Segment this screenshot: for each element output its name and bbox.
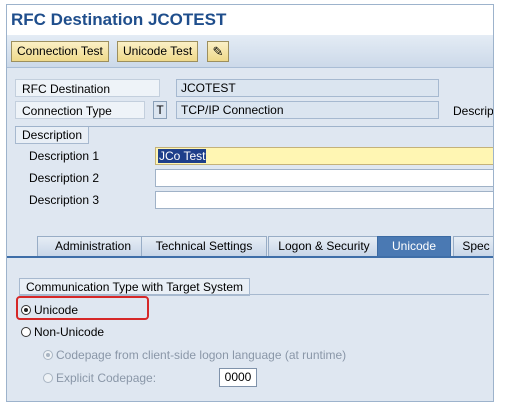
connection-type-code[interactable]: T (153, 101, 167, 119)
radio-unselected-icon (21, 327, 31, 337)
title-bar: RFC Destination JCOTEST (7, 5, 493, 35)
group-divider (19, 294, 489, 295)
rfc-destination-label: RFC Destination (15, 79, 160, 97)
description-section-title: Description (15, 127, 90, 144)
page-title: RFC Destination JCOTEST (11, 10, 227, 29)
description-1-label: Description 1 (29, 149, 100, 163)
rfc-destination-field[interactable]: JCOTEST (176, 79, 439, 97)
tab-logon-security[interactable]: Logon & Security (268, 236, 380, 256)
radio-disabled-icon (43, 373, 53, 383)
radio-disabled-selected-icon (43, 350, 53, 360)
tab-spec[interactable]: Spec (453, 236, 493, 256)
description-1-value: JCo Test (158, 149, 207, 163)
rfc-destination-window: RFC Destination JCOTEST Connection Test … (6, 4, 494, 402)
connection-test-button[interactable]: Connection Test (11, 41, 109, 62)
codepage-client-radio[interactable]: Codepage from client-side logon language… (43, 347, 346, 363)
unicode-highlight-box (16, 296, 149, 320)
description-2-label: Description 2 (29, 171, 100, 185)
display-change-button[interactable]: ✎ (207, 41, 229, 62)
explicit-codepage-radio[interactable]: Explicit Codepage: (43, 370, 156, 386)
explicit-codepage-label: Explicit Codepage: (56, 371, 157, 385)
tab-unicode[interactable]: Unicode (377, 236, 451, 256)
tab-administration[interactable]: Administration (37, 236, 149, 256)
description-header-label: Descrip (453, 104, 494, 118)
tab-strip: Administration Technical Settings Logon … (7, 233, 493, 258)
non-unicode-radio[interactable]: Non-Unicode (21, 324, 104, 340)
unicode-test-button[interactable]: Unicode Test (117, 41, 199, 62)
description-3-label: Description 3 (29, 193, 100, 207)
description-3-input[interactable] (155, 191, 493, 209)
connection-type-label: Connection Type (15, 101, 145, 119)
non-unicode-radio-label: Non-Unicode (34, 325, 105, 339)
tab-technical-settings[interactable]: Technical Settings (141, 236, 267, 256)
toolbar: Connection Test Unicode Test ✎ (7, 35, 493, 68)
connection-type-field: TCP/IP Connection (176, 101, 439, 119)
codepage-client-label: Codepage from client-side logon language… (56, 348, 347, 362)
explicit-codepage-input[interactable]: 0000 (219, 368, 257, 387)
description-2-input[interactable] (155, 169, 493, 187)
pencil-glasses-icon: ✎ (212, 44, 224, 59)
description-1-input[interactable]: JCo Test (155, 147, 493, 165)
description-section: Description Description 1 JCo Test Descr… (15, 126, 493, 227)
